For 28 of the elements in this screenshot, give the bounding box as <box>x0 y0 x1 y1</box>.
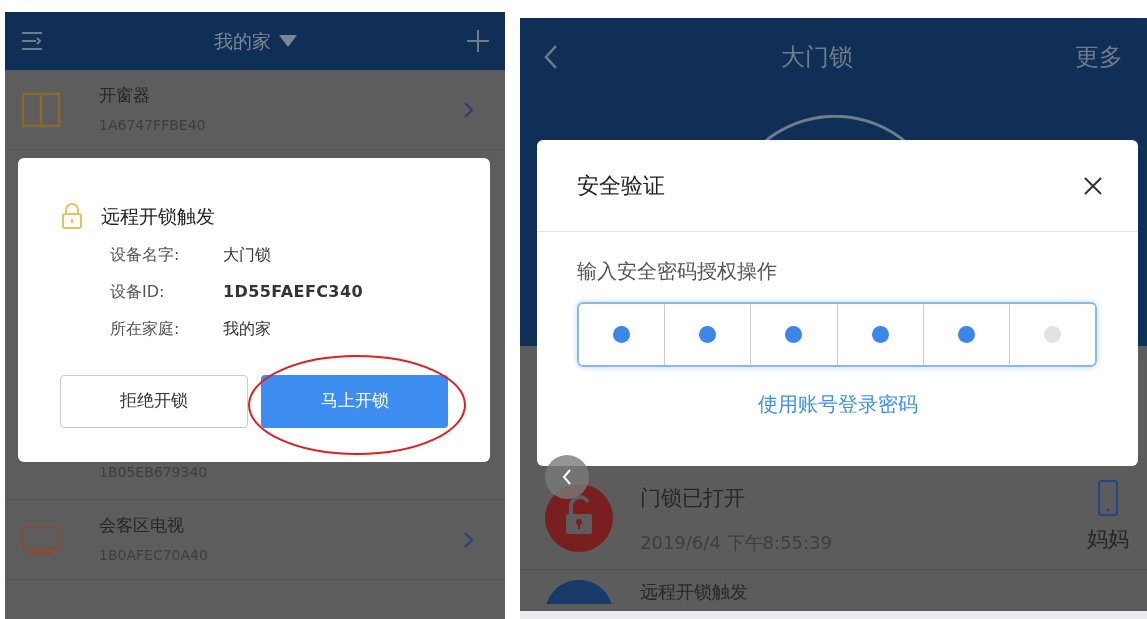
field-value: 1D55FAEFC340 <box>223 280 363 303</box>
unlock-now-button[interactable]: 马上开锁 <box>261 374 448 428</box>
screen-title: 大门锁 <box>780 42 853 73</box>
back-icon <box>562 469 572 485</box>
reject-unlock-button[interactable]: 拒绝开锁 <box>60 374 248 428</box>
home-title[interactable]: 我的家 <box>213 26 271 56</box>
phone-icon <box>1098 479 1118 516</box>
dialog-title: 远程开锁触发 <box>101 204 215 229</box>
chevron-right-icon <box>464 531 473 548</box>
dropdown-triangle-icon[interactable] <box>278 35 297 47</box>
field-value: 我的家 <box>223 317 271 340</box>
tv-icon <box>21 524 61 555</box>
field-value: 大门锁 <box>223 243 271 266</box>
padlock-icon <box>61 203 83 230</box>
menu-icon[interactable] <box>21 31 43 51</box>
more-link[interactable]: 更多 <box>1075 39 1123 75</box>
field-label: 所在家庭: <box>110 317 181 340</box>
pin-field[interactable] <box>577 302 1097 367</box>
back-icon[interactable] <box>544 44 558 70</box>
window-icon <box>21 91 61 128</box>
close-icon[interactable] <box>1084 176 1102 195</box>
account-password-link[interactable]: 使用账号登录密码 <box>757 389 918 419</box>
chevron-right-icon <box>464 101 473 118</box>
field-label: 设备ID: <box>110 280 166 303</box>
add-icon[interactable] <box>467 30 489 52</box>
prompt-text: 输入安全密码授权操作 <box>577 258 778 285</box>
field-label: 设备名字: <box>110 243 181 266</box>
dialog-title: 安全验证 <box>577 172 665 200</box>
